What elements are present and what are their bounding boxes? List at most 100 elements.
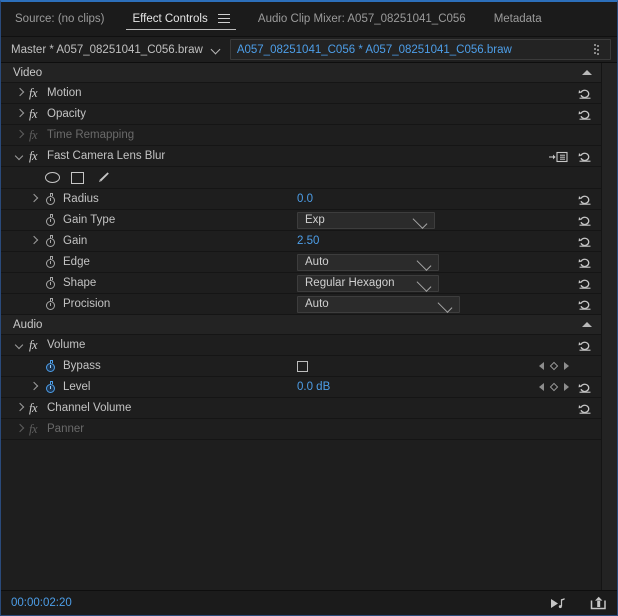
reset-button[interactable] <box>578 193 592 206</box>
triangle-up-icon[interactable] <box>582 322 592 327</box>
clip-name-field[interactable]: A057_08251041_C056 * A057_08251041_C056.… <box>229 39 611 60</box>
chevron-right-icon[interactable] <box>15 88 25 98</box>
status-bar-icons <box>550 591 607 615</box>
add-keyframe-icon[interactable] <box>549 361 559 371</box>
tab-effect-controls[interactable]: Effect Controls <box>118 2 243 36</box>
param-row-bypass[interactable]: Bypass <box>1 356 601 377</box>
param-radius-value[interactable]: 0.0 <box>297 193 313 206</box>
next-keyframe-icon[interactable] <box>564 383 569 391</box>
previous-keyframe-icon[interactable] <box>539 362 544 370</box>
param-level-value[interactable]: 0.0 dB <box>297 381 330 394</box>
effect-row-opacity[interactable]: fx Opacity <box>1 104 601 125</box>
stopwatch-icon[interactable] <box>45 234 58 248</box>
tab-source-label: Source: (no clips) <box>15 13 105 25</box>
bypass-checkbox[interactable] <box>297 360 308 372</box>
reset-button[interactable] <box>578 277 592 290</box>
param-level-label: Level <box>63 381 91 393</box>
param-gain-type-dropdown[interactable]: Exp <box>297 211 435 229</box>
chevron-right-icon[interactable] <box>29 382 39 392</box>
param-bypass-label: Bypass <box>63 360 101 372</box>
effect-row-panner[interactable]: fx Panner <box>1 419 601 440</box>
reset-button[interactable] <box>578 87 592 100</box>
drag-grip-icon[interactable] <box>594 44 606 55</box>
tab-audio-clip-mixer[interactable]: Audio Clip Mixer: A057_08251041_C056 <box>244 2 480 36</box>
stopwatch-icon[interactable] <box>45 297 58 311</box>
reset-button[interactable] <box>578 339 592 352</box>
section-header-video[interactable]: Video <box>1 63 601 83</box>
chevron-down-icon[interactable] <box>15 151 25 161</box>
effect-channel-volume-label: Channel Volume <box>47 402 132 414</box>
reset-button[interactable] <box>578 298 592 311</box>
reset-button[interactable] <box>578 235 592 248</box>
effect-row-fast-camera-lens-blur[interactable]: fx Fast Camera Lens Blur <box>1 146 601 167</box>
tab-source[interactable]: Source: (no clips) <box>1 2 118 36</box>
stopwatch-icon[interactable] <box>45 255 58 269</box>
stopwatch-icon[interactable] <box>45 213 58 227</box>
stopwatch-icon[interactable] <box>45 359 58 373</box>
timecode-display[interactable]: 00:00:02:20 <box>1 597 72 609</box>
param-edge-dropdown[interactable]: Auto <box>297 253 439 271</box>
previous-keyframe-icon[interactable] <box>539 383 544 391</box>
param-row-gain-type[interactable]: Gain Type Exp <box>1 210 601 231</box>
vertical-scrollbar[interactable] <box>601 63 617 590</box>
param-row-shape[interactable]: Shape Regular Hexagon <box>1 273 601 294</box>
export-frame-icon[interactable] <box>590 596 607 610</box>
effect-fast-camera-lens-blur-label: Fast Camera Lens Blur <box>47 150 166 162</box>
chevron-down-icon[interactable] <box>212 45 221 54</box>
chevron-right-icon[interactable] <box>29 236 39 246</box>
param-gain-type-value: Exp <box>305 214 325 226</box>
section-audio-label: Audio <box>13 318 43 331</box>
effect-layout-icon[interactable] <box>549 151 569 163</box>
stopwatch-icon[interactable] <box>45 380 58 394</box>
param-gain-type-label: Gain Type <box>63 214 116 226</box>
chevron-right-icon[interactable] <box>15 109 25 119</box>
reset-button[interactable] <box>578 108 592 121</box>
rectangle-mask-icon[interactable] <box>71 171 84 184</box>
pen-mask-icon[interactable] <box>95 171 110 185</box>
param-edge-value: Auto <box>305 256 329 268</box>
param-row-radius[interactable]: Radius 0.0 <box>1 189 601 210</box>
param-radius-value-wrap: 0.0 <box>297 189 313 209</box>
param-radius-label: Radius <box>63 193 99 205</box>
param-row-procision[interactable]: Procision Auto <box>1 294 601 315</box>
effect-row-channel-volume[interactable]: fx Channel Volume <box>1 398 601 419</box>
master-clip-label[interactable]: Master * A057_08251041_C056.braw <box>1 44 203 56</box>
next-keyframe-icon[interactable] <box>564 362 569 370</box>
effect-opacity-label: Opacity <box>47 108 86 120</box>
param-gain-value-wrap: 2.50 <box>297 231 319 251</box>
reset-button[interactable] <box>578 256 592 269</box>
stopwatch-icon[interactable] <box>45 276 58 290</box>
param-row-edge[interactable]: Edge Auto <box>1 252 601 273</box>
chevron-right-icon[interactable] <box>15 130 25 140</box>
reset-button[interactable] <box>578 381 592 394</box>
param-procision-dropdown[interactable]: Auto <box>297 295 460 313</box>
mask-tool-row <box>1 167 601 189</box>
param-row-level[interactable]: Level 0.0 dB <box>1 377 601 398</box>
add-keyframe-icon[interactable] <box>549 382 559 392</box>
effect-row-time-remapping[interactable]: fx Time Remapping <box>1 125 601 146</box>
effect-row-volume[interactable]: fx Volume <box>1 335 601 356</box>
reset-button[interactable] <box>578 150 592 163</box>
reset-button[interactable] <box>578 402 592 415</box>
chevron-down-icon[interactable] <box>15 340 25 350</box>
triangle-up-icon[interactable] <box>582 70 592 75</box>
hamburger-menu-icon[interactable] <box>217 13 230 23</box>
panel-tab-bar: Source: (no clips) Effect Controls Audio… <box>1 2 617 37</box>
param-edge-control-wrap: Auto <box>297 252 439 272</box>
play-audio-icon[interactable] <box>550 597 568 610</box>
fx-icon: fx <box>28 421 38 436</box>
stopwatch-icon[interactable] <box>45 192 58 206</box>
param-shape-dropdown[interactable]: Regular Hexagon <box>297 274 439 292</box>
fx-icon: fx <box>28 148 38 163</box>
param-gain-value[interactable]: 2.50 <box>297 235 319 248</box>
reset-button[interactable] <box>578 214 592 227</box>
chevron-right-icon[interactable] <box>29 194 39 204</box>
tab-metadata[interactable]: Metadata <box>480 2 556 36</box>
param-procision-value: Auto <box>305 298 329 310</box>
chevron-right-icon[interactable] <box>15 403 25 413</box>
section-header-audio[interactable]: Audio <box>1 315 601 335</box>
ellipse-mask-icon[interactable] <box>45 172 60 183</box>
param-row-gain[interactable]: Gain 2.50 <box>1 231 601 252</box>
chevron-right-icon[interactable] <box>15 424 25 434</box>
effect-row-motion[interactable]: fx Motion <box>1 83 601 104</box>
